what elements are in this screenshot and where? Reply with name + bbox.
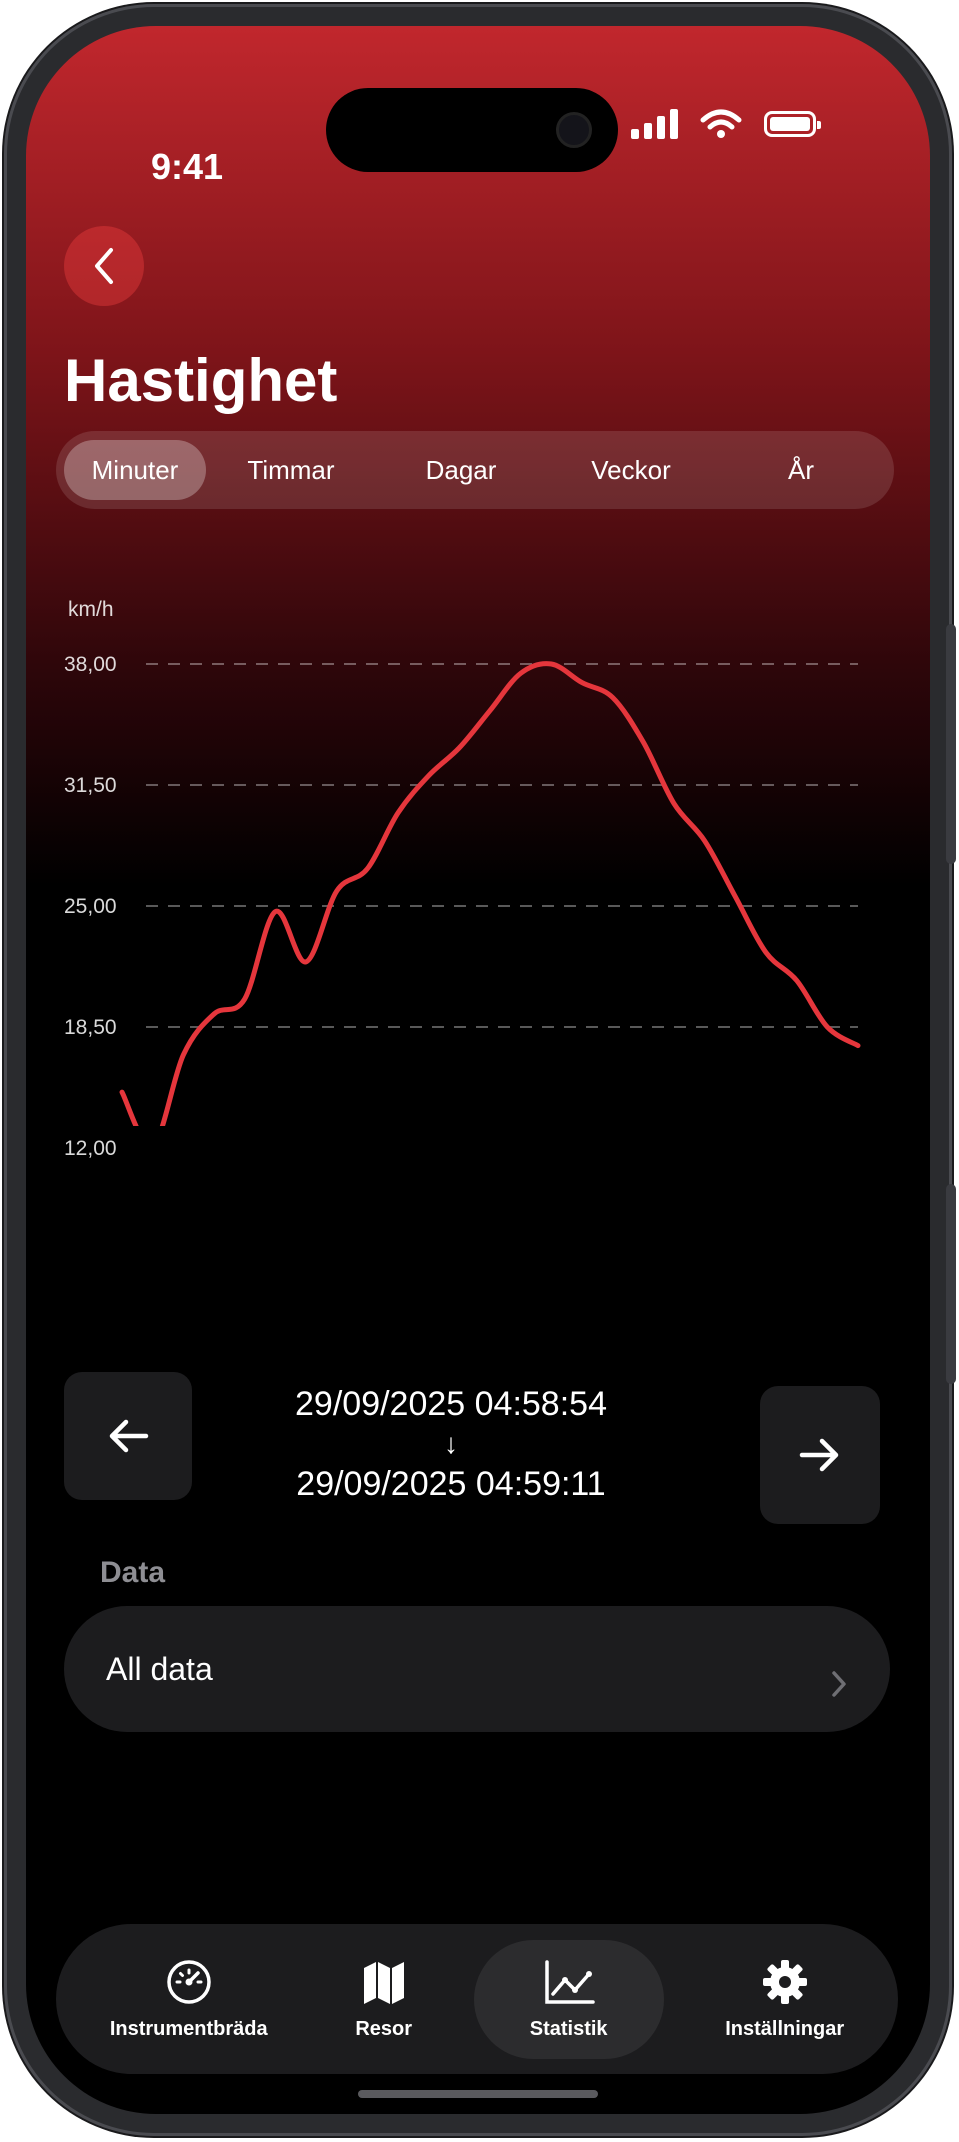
tab-instrumentbrada[interactable]: Instrumentbräda [84, 1942, 294, 2057]
back-button[interactable] [64, 226, 144, 306]
arrow-right-icon [799, 1438, 839, 1472]
range-start: 29/09/2025 04:58:54 [295, 1385, 607, 1423]
chart-icon [544, 1959, 595, 2004]
y-tick-label: 12,00 [64, 1137, 117, 1160]
tab-label: Inställningar [725, 2017, 845, 2040]
camera [556, 112, 592, 148]
tab-minuter[interactable]: Minuter [64, 440, 206, 500]
dynamic-island [326, 88, 618, 172]
data-section-label: Data [100, 1556, 166, 1589]
data-filter-row[interactable]: All data [64, 1606, 890, 1732]
range-arrow-icon: ↓ [444, 1428, 458, 1459]
status-time: 9:41 [151, 146, 224, 187]
side-button [946, 624, 956, 864]
bottom-tab-bar: Instrumentbräda Resor Statistik Inställn… [56, 1924, 898, 2074]
tab-label: Instrumentbräda [109, 2017, 268, 2040]
tab-label: Resor [355, 2017, 413, 2040]
chevron-left-icon [95, 248, 113, 284]
data-filter-value: All data [106, 1650, 213, 1687]
tab-veckor[interactable]: Veckor [546, 440, 716, 500]
tab-resor[interactable]: Resor [329, 1942, 438, 2057]
phone-frame: 9:41 Hastighet Minuter Timmar Dagar Veck… [4, 4, 956, 2136]
side-button-lower [946, 1184, 956, 1384]
range-end: 29/09/2025 04:59:11 [296, 1465, 606, 1503]
speed-series-line [119, 661, 861, 1126]
app-screen: 9:41 Hastighet Minuter Timmar Dagar Veck… [26, 26, 930, 2114]
previous-range-button[interactable] [64, 1372, 192, 1500]
gear-icon [762, 1959, 807, 2004]
speedometer-icon [167, 1959, 211, 2004]
tab-label: Statistik [529, 2017, 608, 2040]
status-icons [631, 108, 821, 140]
tab-statistik[interactable]: Statistik [473, 1939, 664, 2059]
tab-ar[interactable]: År [716, 440, 886, 500]
period-segmented-control: Minuter Timmar Dagar Veckor År [56, 431, 894, 509]
battery-icon [764, 111, 821, 137]
chevron-right-icon [832, 1671, 846, 1697]
speed-chart [119, 661, 861, 1126]
arrow-left-icon [109, 1419, 149, 1453]
wifi-icon [700, 109, 742, 138]
home-indicator [358, 2090, 598, 2098]
date-range: 29/09/2025 04:58:54 ↓ 29/09/2025 04:59:1… [206, 1381, 696, 1507]
tab-timmar[interactable]: Timmar [206, 440, 376, 500]
tab-dagar[interactable]: Dagar [376, 440, 546, 500]
page-title: Hastighet [64, 347, 338, 414]
cellular-signal-icon [631, 109, 678, 139]
tab-installningar[interactable]: Inställningar [699, 1942, 870, 2057]
next-range-button[interactable] [760, 1386, 880, 1524]
map-icon [363, 1961, 404, 2004]
